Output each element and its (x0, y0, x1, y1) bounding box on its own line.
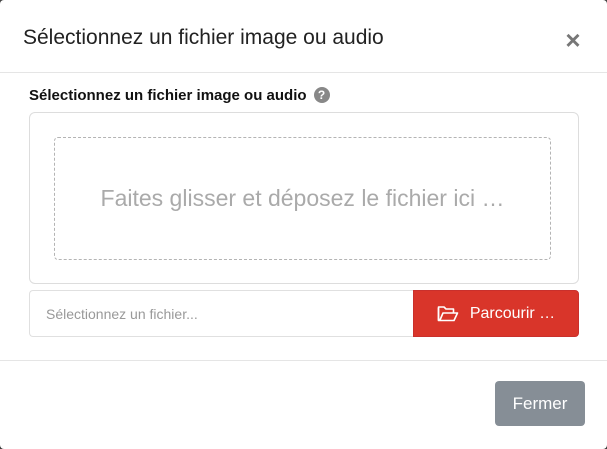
dialog-footer: Fermer (0, 360, 607, 449)
close-icon[interactable]: × (563, 27, 583, 53)
file-field-label: Sélectionnez un fichier image ou audio ? (29, 85, 579, 105)
file-field-label-text: Sélectionnez un fichier image ou audio (29, 86, 307, 104)
file-caption-placeholder: Sélectionnez un fichier... (46, 305, 198, 322)
drop-zone[interactable]: Faites glisser et déposez le fichier ici… (54, 137, 551, 260)
file-select-dialog: Sélectionnez un fichier image ou audio ×… (0, 0, 607, 449)
browse-button[interactable]: Parcourir … (413, 290, 579, 337)
file-caption-field[interactable]: Sélectionnez un fichier... (29, 290, 413, 337)
file-preview-panel: Faites glisser et déposez le fichier ici… (29, 112, 579, 284)
help-icon[interactable]: ? (313, 87, 330, 103)
drop-zone-text: Faites glisser et déposez le fichier ici… (100, 185, 505, 211)
file-input-group: Sélectionnez un fichier... Parcourir … (29, 290, 579, 337)
fermer-button[interactable]: Fermer (495, 381, 585, 426)
dialog-header: Sélectionnez un fichier image ou audio × (0, 0, 607, 73)
browse-button-label: Parcourir … (469, 304, 556, 322)
dialog-title: Sélectionnez un fichier image ou audio (23, 26, 384, 49)
folder-open-icon (437, 305, 459, 321)
dialog-body: Sélectionnez un fichier image ou audio ?… (29, 85, 579, 337)
